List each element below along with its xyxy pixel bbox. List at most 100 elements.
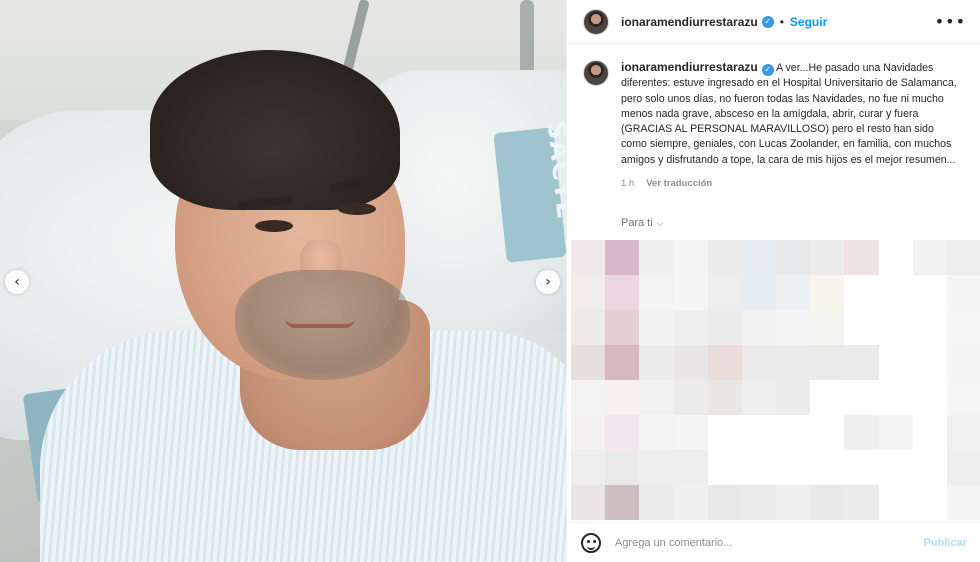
pixel-block [912,345,947,380]
emoji-icon[interactable] [581,532,601,553]
pixel-block [639,275,674,310]
more-options-icon[interactable]: ••• [935,12,966,31]
comment-bar: Publicar [567,522,980,562]
pixel-block [571,345,606,380]
pixel-block [673,240,708,275]
pillow-logo-text: SACYL [540,119,566,221]
pixel-block [741,485,776,520]
pixel-block [707,240,742,275]
pixel-block [673,450,708,485]
pixel-block [571,240,606,275]
pixel-block [571,380,606,415]
pixel-block [707,450,742,485]
caption: ionaramendiurrestarazu ✓ A ver...He pasad… [567,44,980,191]
pixel-block [912,450,947,485]
follow-button[interactable]: Seguir [790,15,827,29]
pixel-block [946,415,980,450]
pixel-block [707,345,742,380]
verified-badge-icon: ✓ [761,15,774,28]
post-time[interactable]: 1 h [621,178,634,189]
pixel-block [810,345,845,380]
pixel-block [844,345,879,380]
caption-body: ionaramendiurrestarazu ✓ A ver...He pasad… [621,60,961,191]
pixel-block [810,310,845,345]
pixel-block [810,485,845,520]
pixel-block [571,415,606,450]
username-link[interactable]: ionaramendiurrestarazu [621,15,758,29]
pixel-block [810,240,845,275]
pixel-block [605,240,640,275]
pixel-block [639,485,674,520]
pixel-block [776,450,811,485]
pixel-block [844,415,879,450]
pixel-block [912,380,947,415]
pixel-block [707,275,742,310]
pixel-block [673,415,708,450]
pixel-block [776,310,811,345]
comment-input[interactable] [615,536,924,549]
pixel-block [912,485,947,520]
pixel-block [741,310,776,345]
pixel-block [639,345,674,380]
pixelated-comments-area [571,240,980,520]
pixel-block [673,345,708,380]
pixel-block [776,485,811,520]
pixel-block [946,380,980,415]
for-you-label: Para ti [621,217,653,230]
pixel-block [878,415,913,450]
pixel-block [605,485,640,520]
pixel-block [946,485,980,520]
pixel-block [571,450,606,485]
pixel-block [878,380,913,415]
pixel-block [912,240,947,275]
pixel-block [741,345,776,380]
pixel-block [741,415,776,450]
pixel-block [844,275,879,310]
pixel-block [878,310,913,345]
pixel-block [878,240,913,275]
caption-username-link[interactable]: ionaramendiurrestarazu [621,60,758,74]
mouth [285,318,355,328]
pixel-block [810,450,845,485]
eye-right [338,203,376,215]
pixel-block [844,450,879,485]
pixel-block [571,485,606,520]
pixel-block [673,310,708,345]
pixel-block [605,415,640,450]
post-photo[interactable]: SACYL sacyl ‹ › [0,0,566,562]
pixel-block [844,380,879,415]
caption-avatar[interactable] [583,60,609,86]
publish-button[interactable]: Publicar [924,537,967,549]
pixel-block [946,450,980,485]
pixel-block [605,380,640,415]
pixel-block [741,275,776,310]
pixel-block [605,450,640,485]
caption-text: A ver...He pasado una Navidades diferent… [621,62,957,166]
pixel-block [707,415,742,450]
pixel-block [741,450,776,485]
carousel-next-button[interactable]: › [536,270,560,294]
caption-verified-badge-icon: ✓ [761,64,774,76]
carousel-prev-button[interactable]: ‹ [5,270,29,294]
pixel-block [776,380,811,415]
for-you-section[interactable]: Para ti ⌵ [621,217,980,229]
eye-left [255,220,293,232]
pixel-block [571,310,606,345]
avatar[interactable] [583,8,609,35]
pixel-block [946,345,980,380]
pixel-block [741,380,776,415]
pixel-block [912,415,947,450]
pixel-block [673,380,708,415]
pixel-block [844,240,879,275]
pixel-block [946,310,980,345]
post-sidebar: ionaramendiurrestarazu ✓ • Seguir ••• io… [566,0,980,562]
pixel-block [810,275,845,310]
translate-link[interactable]: Ver traducción [646,178,712,189]
pixel-block [639,310,674,345]
pixel-block [810,380,845,415]
pixel-block [605,275,640,310]
pixel-block [605,345,640,380]
pixel-block [912,275,947,310]
pixel-block [776,275,811,310]
bed-rail-right [520,0,534,80]
